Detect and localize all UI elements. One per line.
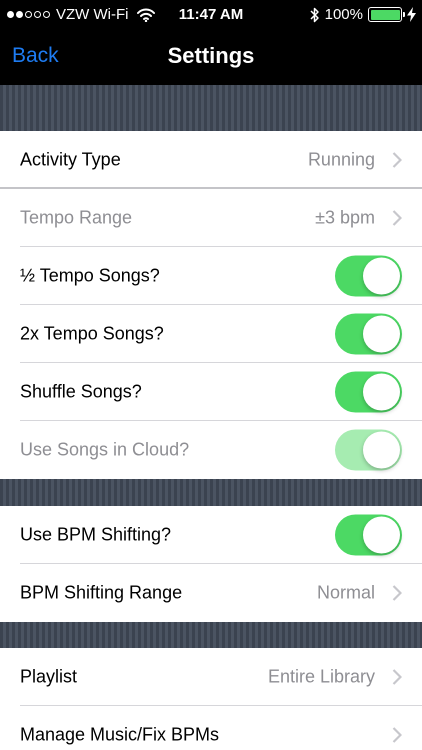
- activity-type-value: Running: [307, 149, 375, 170]
- shuffle-toggle[interactable]: [335, 371, 402, 413]
- toggle-knob: [363, 315, 400, 353]
- playlist-label: Playlist: [20, 666, 78, 687]
- navigation-bar: Back Settings: [0, 30, 422, 85]
- back-button[interactable]: Back: [12, 44, 59, 68]
- chevron-right-icon: [392, 210, 402, 226]
- bpm-shifting-range-label: BPM Shifting Range: [20, 582, 183, 603]
- half-tempo-toggle[interactable]: [335, 255, 402, 297]
- toggle-knob: [363, 431, 400, 469]
- shuffle-row: Shuffle Songs?: [0, 363, 422, 421]
- manage-music-label: Manage Music/Fix BPMs: [20, 724, 220, 745]
- chevron-right-icon: [392, 727, 402, 743]
- bpm-shifting-range-value: Normal: [316, 582, 375, 603]
- cloud-label: Use Songs in Cloud?: [20, 439, 190, 460]
- section-header: [0, 622, 422, 648]
- chevron-right-icon: [392, 585, 402, 601]
- manage-music-row[interactable]: Manage Music/Fix BPMs: [0, 706, 422, 750]
- playlist-row[interactable]: Playlist Entire Library: [0, 648, 422, 706]
- double-tempo-row: 2x Tempo Songs?: [0, 305, 422, 363]
- half-tempo-row: ½ Tempo Songs?: [0, 247, 422, 305]
- bluetooth-icon: [310, 7, 319, 22]
- battery-cap: [403, 12, 405, 17]
- bpm-shifting-range-row[interactable]: BPM Shifting Range Normal: [0, 564, 422, 622]
- bpm-shifting-row: Use BPM Shifting?: [0, 506, 422, 564]
- cloud-toggle[interactable]: [335, 429, 402, 471]
- battery-level: [370, 9, 400, 20]
- bpm-shifting-toggle[interactable]: [335, 514, 402, 556]
- charging-bolt-icon: [407, 7, 416, 22]
- cloud-row: Use Songs in Cloud?: [0, 421, 422, 479]
- activity-type-label: Activity Type: [20, 149, 121, 170]
- shuffle-label: Shuffle Songs?: [20, 381, 142, 402]
- section-header: [0, 85, 422, 131]
- status-bar: VZW Wi-Fi 11:47 AM 100%: [0, 0, 422, 30]
- bpm-shifting-label: Use BPM Shifting?: [20, 524, 172, 545]
- tempo-range-row[interactable]: Tempo Range ±3 bpm: [0, 189, 422, 247]
- chevron-right-icon: [392, 669, 402, 685]
- activity-type-row[interactable]: Activity Type Running: [0, 131, 422, 189]
- playlist-value: Entire Library: [267, 666, 375, 687]
- tempo-range-value: ±3 bpm: [315, 207, 375, 228]
- chevron-right-icon: [392, 152, 402, 168]
- section-header: [0, 479, 422, 506]
- battery-percent: 100%: [324, 6, 363, 23]
- half-tempo-label: ½ Tempo Songs?: [20, 265, 160, 286]
- toggle-knob: [363, 257, 400, 295]
- toggle-knob: [363, 373, 400, 411]
- tempo-range-label: Tempo Range: [20, 207, 133, 228]
- double-tempo-label: 2x Tempo Songs?: [20, 323, 164, 344]
- battery-icon: [368, 7, 405, 22]
- page-title: Settings: [167, 43, 255, 68]
- toggle-knob: [363, 516, 400, 554]
- status-right: 100%: [309, 6, 416, 23]
- double-tempo-toggle[interactable]: [335, 313, 402, 355]
